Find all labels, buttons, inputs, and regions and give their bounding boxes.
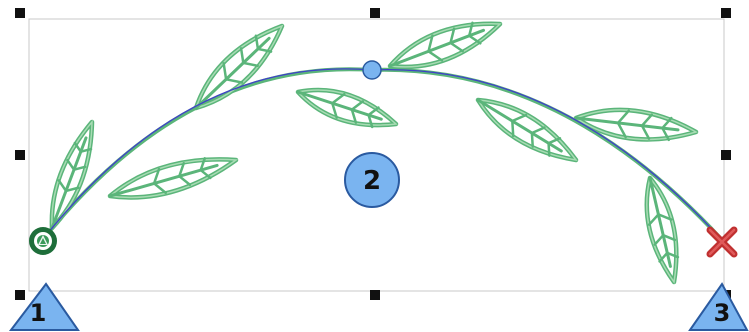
- handle-middle-left[interactable]: [15, 150, 25, 160]
- leaf-vein: [57, 179, 68, 193]
- leaf-vein: [242, 61, 259, 68]
- leaf-vein: [427, 50, 444, 62]
- handle-top-center[interactable]: [370, 8, 380, 18]
- handle-top-left[interactable]: [15, 8, 25, 18]
- leaf-vein: [224, 78, 244, 84]
- handle-top-right[interactable]: [721, 8, 731, 18]
- leaf-vein: [640, 113, 653, 127]
- end-point-icon[interactable]: [706, 226, 738, 258]
- leaf-vein: [331, 92, 346, 105]
- start-point-icon[interactable]: [29, 227, 57, 255]
- leaf-vein: [511, 113, 528, 123]
- leaf-vein: [239, 47, 245, 65]
- callout-1-label: 1: [30, 299, 47, 327]
- leaf-vein: [547, 141, 551, 157]
- leaf-vein: [449, 41, 464, 53]
- leaf-vein: [350, 100, 365, 111]
- handle-middle-right[interactable]: [721, 150, 731, 160]
- callout-2-label: 2: [363, 166, 381, 196]
- handle-bottom-left[interactable]: [15, 290, 25, 300]
- leaf-vein: [222, 62, 228, 81]
- arc-control-point[interactable]: [362, 60, 382, 80]
- leaf-vein: [511, 119, 515, 138]
- callout-3-label: 3: [714, 299, 731, 327]
- leaf-vein: [152, 182, 168, 195]
- callout-2: 2: [344, 152, 400, 208]
- leaf-vein: [178, 174, 192, 187]
- leaf-vein: [616, 109, 630, 125]
- leaf-vein: [530, 126, 546, 135]
- leaf-vein: [530, 131, 534, 148]
- leaf-vein: [66, 158, 76, 171]
- leaf-vein: [647, 213, 660, 226]
- handle-bottom-center[interactable]: [370, 290, 380, 300]
- leaf-vine-design[interactable]: [42, 21, 724, 285]
- design-canvas[interactable]: 1 2 3: [0, 0, 749, 332]
- leaf-vein: [653, 233, 665, 246]
